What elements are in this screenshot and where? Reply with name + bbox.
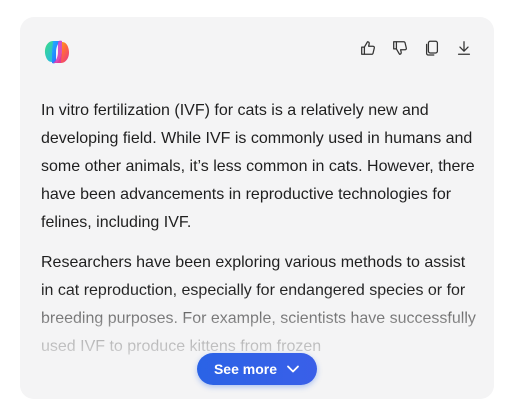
message-actions: [358, 37, 474, 59]
message-paragraph: In vitro fertilization (IVF) for cats is…: [41, 102, 475, 231]
message-content: In vitro fertilization (IVF) for cats is…: [41, 97, 481, 373]
download-icon: [457, 41, 471, 55]
like-button[interactable]: [358, 37, 378, 59]
response-card: In vitro fertilization (IVF) for cats is…: [20, 17, 494, 399]
thumbs-down-icon: [393, 41, 407, 55]
dislike-button[interactable]: [390, 37, 410, 59]
see-more-label: See more: [213, 361, 278, 377]
thumbs-up-icon: [361, 41, 375, 55]
message-paragraph: Researchers have been exploring various …: [41, 254, 476, 355]
download-button[interactable]: [454, 37, 474, 59]
copy-button[interactable]: [422, 37, 442, 59]
chevron-down-icon: [287, 365, 299, 373]
copy-icon: [425, 40, 439, 56]
see-more-button[interactable]: See more: [197, 353, 317, 385]
copilot-logo-icon: [40, 35, 74, 69]
